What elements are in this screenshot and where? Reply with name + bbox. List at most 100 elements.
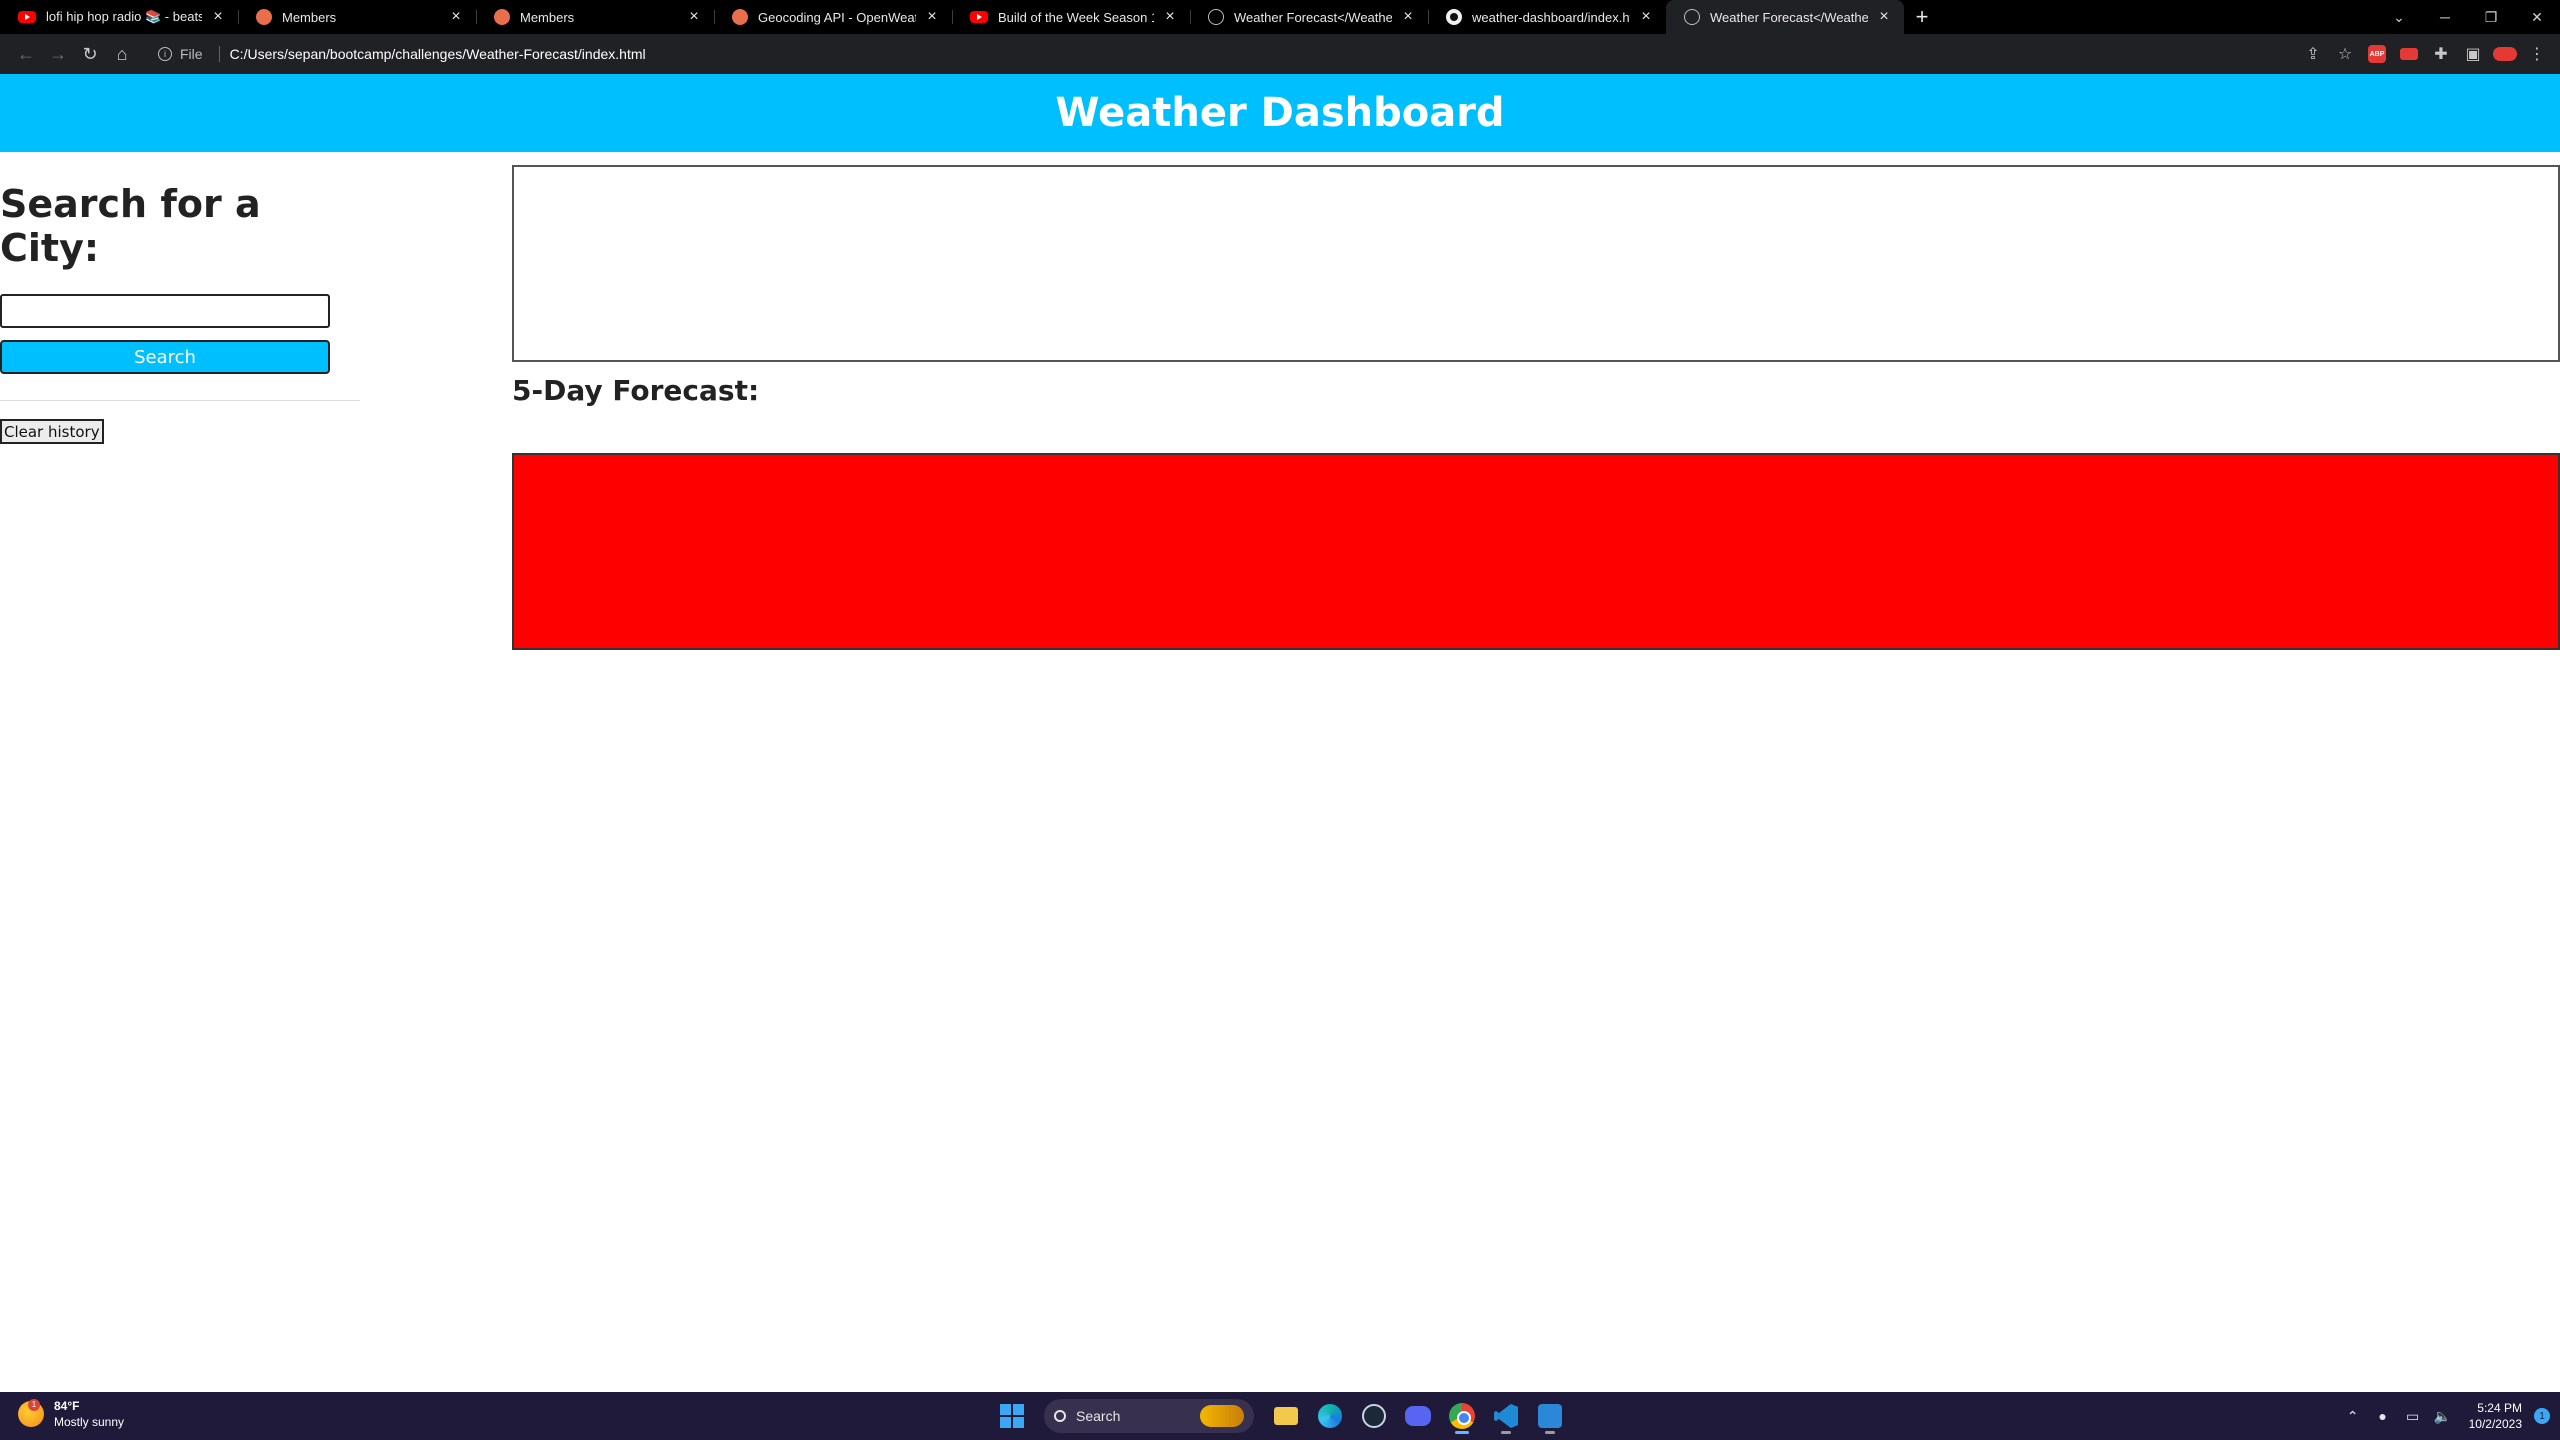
close-window-icon[interactable]: ✕ [2514,0,2560,34]
search-highlight-icon [1200,1405,1244,1427]
weather-description: Mostly sunny [54,1415,125,1429]
search-sidebar: Search for a City: Search Clear history [0,152,360,444]
profile-icon[interactable] [2492,41,2518,67]
clock-date: 10/2/2023 [2468,1417,2522,1431]
taskbar-search-box[interactable]: Search [1044,1399,1254,1433]
bookmark-star-icon[interactable]: ☆ [2332,41,2358,67]
taskbar-search-label: Search [1076,1408,1121,1424]
steam-icon[interactable] [1356,1398,1392,1434]
tab-weather-forecast-1[interactable]: Weather Forecast</Weather-for × [1190,0,1428,34]
forecast-heading: 5-Day Forecast: [512,374,760,407]
share-icon[interactable]: ⇪ [2300,41,2326,67]
extensions-puzzle-icon[interactable]: ✚ [2428,41,2454,67]
sidebar-divider [0,400,360,401]
snipping-tool-icon[interactable] [1532,1398,1568,1434]
close-icon[interactable]: × [686,9,702,25]
address-bar[interactable]: i File C:/Users/sepan/bootcamp/challenge… [148,38,2300,70]
globe-icon [1684,9,1700,25]
tab-title: Members [282,9,337,25]
search-button[interactable]: Search [0,340,330,374]
clock-time: 5:24 PM [2477,1401,2522,1415]
adblock-extension-icon[interactable]: ABP [2364,41,2390,67]
tab-lofi[interactable]: lofi hip hop radio 📚 - beats to × [0,0,238,34]
notification-badge[interactable]: 1 [2534,1408,2550,1424]
tab-geocoding-api[interactable]: Geocoding API - OpenWeatherM × [714,0,952,34]
windows-start-icon[interactable] [994,1398,1030,1434]
weather-widget[interactable]: 1 84°F Mostly sunny [18,1398,124,1430]
city-search-input[interactable] [0,294,330,328]
close-icon[interactable]: × [448,9,464,25]
address-divider [218,46,220,62]
tab-title: Build of the Week Season 12 - E [998,9,1154,25]
weather-text: 84°F Mostly sunny [54,1398,124,1430]
globe-icon [1208,9,1224,25]
volume-icon[interactable]: 🔈 [2431,1404,2455,1428]
site-info-button[interactable]: i File [158,46,203,62]
tab-weather-forecast-active[interactable]: Weather Forecast</Weather-for × [1666,0,1904,34]
tab-github-weather-dashboard[interactable]: weather-dashboard/index.html a × [1428,0,1666,34]
tab-search-chevron-icon[interactable]: ⌄ [2376,0,2422,34]
search-icon [1054,1410,1066,1422]
back-arrow-icon[interactable]: ← [10,38,42,70]
scheme-label: File [180,46,203,62]
forward-arrow-icon[interactable]: → [42,38,74,70]
chrome-icon[interactable] [1444,1398,1480,1434]
tab-title: Weather Forecast</Weather-for [1710,9,1868,25]
weather-alert-badge: 1 [28,1399,40,1411]
tab-title: lofi hip hop radio 📚 - beats to [46,9,202,24]
discord-icon[interactable] [1400,1398,1436,1434]
web-page: Weather Dashboard Search for a City: Sea… [0,74,2560,1392]
browser-toolbar: ← → ↻ ⌂ i File C:/Users/sepan/bootcamp/c… [0,34,2560,74]
close-icon[interactable]: × [924,9,940,25]
tab-title: Geocoding API - OpenWeatherM [758,9,916,25]
show-hidden-icons-chevron-icon[interactable]: ⌃ [2341,1404,2365,1428]
tab-title: Members [520,9,575,25]
red-extension-icon[interactable] [2396,41,2422,67]
close-icon[interactable]: × [1638,9,1654,25]
edge-icon[interactable] [1312,1398,1348,1434]
new-tab-button[interactable]: + [1904,0,1940,34]
current-weather-panel [512,165,2560,362]
vscode-icon[interactable] [1488,1398,1524,1434]
tab-title: weather-dashboard/index.html a [1472,9,1630,25]
github-icon [1446,9,1462,25]
reload-icon[interactable]: ↻ [74,38,106,70]
tab-members-2[interactable]: Members × [476,0,714,34]
minimize-icon[interactable]: ─ [2422,0,2468,34]
browser-tab-strip: lofi hip hop radio 📚 - beats to × Member… [0,0,2560,34]
youtube-icon [970,11,988,23]
weather-temperature: 84°F [54,1399,80,1413]
network-icon[interactable]: ▭ [2401,1404,2425,1428]
page-header: Weather Dashboard [0,74,2560,152]
search-heading: Search for a City: [0,182,261,270]
close-icon[interactable]: × [1162,9,1178,25]
restore-icon[interactable]: ❐ [2468,0,2514,34]
openweather-icon [494,9,510,25]
side-panel-icon[interactable]: ▣ [2460,41,2486,67]
desktop-screen: lofi hip hop radio 📚 - beats to × Member… [0,0,2560,1440]
tab-build-of-the-week[interactable]: Build of the Week Season 12 - E × [952,0,1190,34]
toolbar-actions: ⇪ ☆ ABP ✚ ▣ ⋮ [2300,41,2550,67]
home-icon[interactable]: ⌂ [106,38,138,70]
openweather-icon [732,9,748,25]
menu-kebab-icon[interactable]: ⋮ [2524,41,2550,67]
tray-app-icon[interactable]: ● [2371,1404,2395,1428]
sun-icon: 1 [18,1399,44,1427]
openweather-icon [256,9,272,25]
tab-members-1[interactable]: Members × [238,0,476,34]
close-icon[interactable]: × [1400,9,1416,25]
close-icon[interactable]: × [1876,9,1892,25]
close-icon[interactable]: × [210,9,226,25]
page-title: Weather Dashboard [1055,90,1505,136]
five-day-forecast-panel [512,453,2560,650]
clear-history-button[interactable]: Clear history [0,419,104,444]
url-text[interactable]: C:/Users/sepan/bootcamp/challenges/Weath… [230,46,646,62]
info-icon: i [158,47,172,61]
window-controls: ⌄ ─ ❐ ✕ [2376,0,2560,34]
tab-title: Weather Forecast</Weather-for [1234,9,1392,25]
file-explorer-icon[interactable] [1268,1398,1304,1434]
system-tray: ⌃ ● ▭ 🔈 5:24 PM 10/2/2023 1 [2341,1398,2550,1434]
taskbar-clock[interactable]: 5:24 PM 10/2/2023 [2469,1400,2522,1432]
taskbar-apps: Search [994,1398,1568,1434]
youtube-icon [18,11,36,23]
